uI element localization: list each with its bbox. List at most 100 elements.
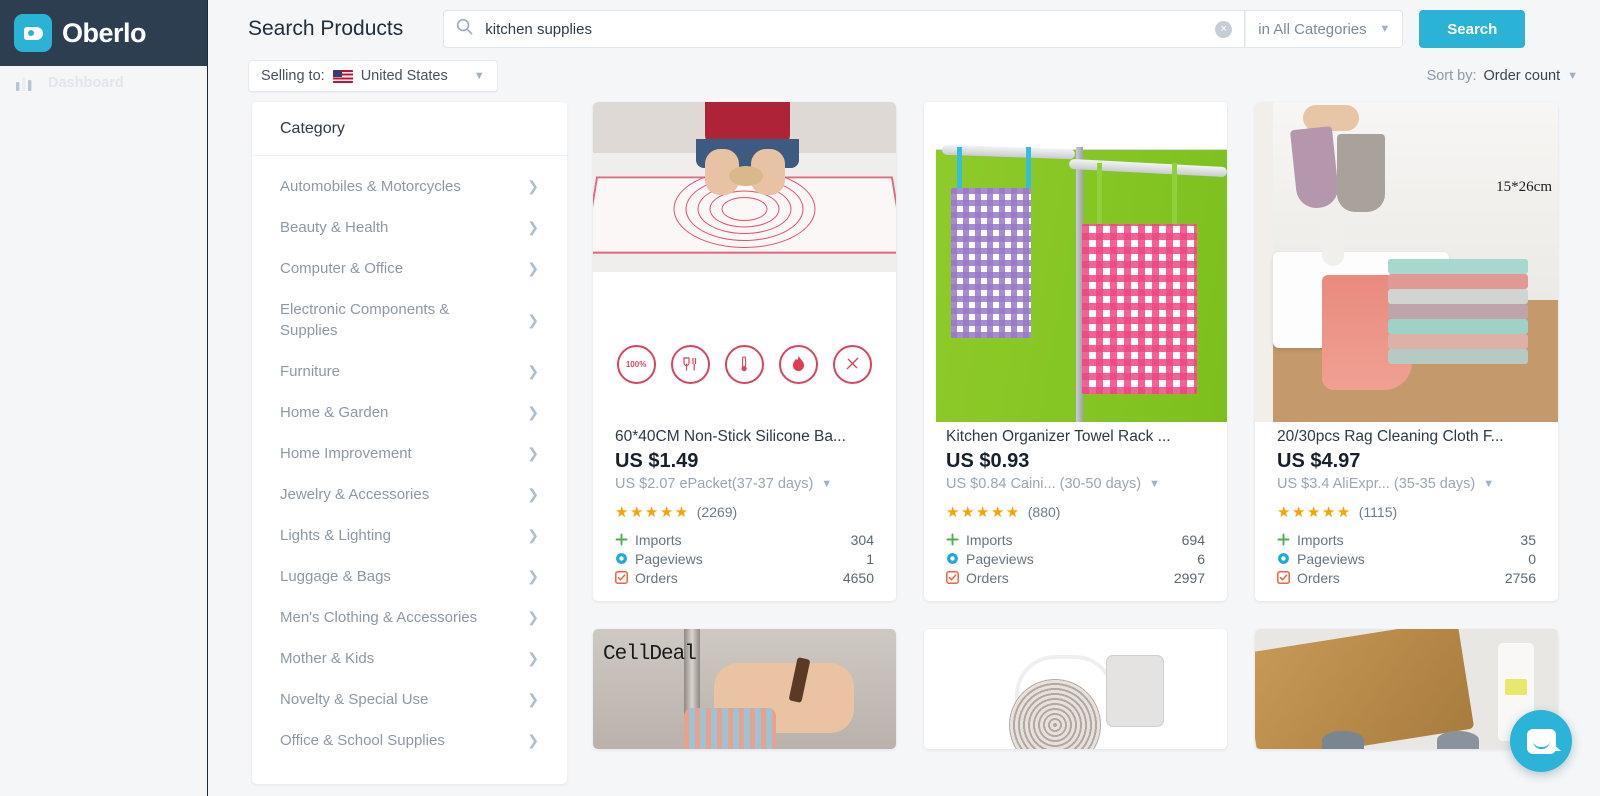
- category-item-jewelry-accessories[interactable]: Jewelry & Accessories ❯: [252, 474, 567, 515]
- product-title: 60*40CM Non-Stick Silicone Ba...: [615, 428, 846, 445]
- product-rating: ★★★★★ (880): [946, 503, 1205, 521]
- chevron-down-icon: ▼: [821, 478, 833, 490]
- category-item-label: Lights & Lighting: [280, 527, 391, 544]
- category-item-electronic-components-supplies[interactable]: Electronic Components & Supplies ❯: [252, 289, 567, 351]
- brand-logo[interactable]: Oberlo: [0, 0, 207, 52]
- badge-heat-resistant: [779, 344, 819, 384]
- product-title: Kitchen Organizer Towel Rack ...: [946, 428, 1171, 445]
- stat-orders: Orders 2997: [946, 568, 1205, 587]
- category-item-label: Novelty & Special Use: [280, 691, 429, 708]
- primary-nav: Dashboard Manage Products Search Product…: [0, 66, 207, 796]
- product-card[interactable]: 100% 60*40CM Non-Stick Silicone Ba... US…: [593, 102, 896, 601]
- product-card[interactable]: CellDeal: [593, 629, 896, 749]
- search-input[interactable]: [485, 20, 1204, 38]
- app-root: Oberlo Dashboard Manage Products Search …: [0, 0, 1600, 796]
- review-count: (1115): [1358, 504, 1398, 520]
- stat-label: Imports: [635, 531, 682, 548]
- stat-orders: Orders 4650: [615, 568, 874, 587]
- product-grid: 100% 60*40CM Non-Stick Silicone Ba... US…: [593, 102, 1558, 796]
- bar-chart-icon: [14, 75, 35, 91]
- chevron-right-icon: ❯: [527, 363, 539, 379]
- image-watermark: CellDeal: [603, 643, 697, 666]
- product-image: 100%: [593, 102, 896, 422]
- category-item-beauty-health[interactable]: Beauty & Health ❯: [252, 207, 567, 248]
- category-item-label: Mother & Kids: [280, 650, 375, 667]
- category-item-mens-clothing-accessories[interactable]: Men's Clothing & Accessories ❯: [252, 597, 567, 638]
- stat-imports: Imports 35: [1277, 530, 1536, 549]
- search-field-wrapper[interactable]: ×: [443, 10, 1246, 48]
- product-image: CellDeal: [593, 629, 896, 749]
- chevron-right-icon: ❯: [527, 404, 539, 420]
- category-item-automobiles-motorcycles[interactable]: Automobiles & Motorcycles ❯: [252, 166, 567, 207]
- chevron-right-icon: ❯: [527, 445, 539, 461]
- page-title: Search Products: [248, 17, 404, 40]
- product-shipping[interactable]: US $0.84 Caini... (30-50 days) ▼: [946, 476, 1205, 492]
- plus-icon: [946, 533, 966, 546]
- sort-by-select[interactable]: Sort by: Order count ▼: [1427, 68, 1578, 84]
- category-list: Automobiles & Motorcycles ❯ Beauty & Heal…: [252, 156, 567, 761]
- category-item-office-school-supplies[interactable]: Office & School Supplies ❯: [252, 720, 567, 761]
- category-item-label: Automobiles & Motorcycles: [280, 178, 461, 195]
- stat-imports: Imports 694: [946, 530, 1205, 549]
- product-rating: ★★★★★ (2269): [615, 503, 874, 521]
- sort-by-value: Order count: [1483, 68, 1561, 84]
- stat-label: Imports: [1297, 531, 1344, 548]
- search-icon: [456, 18, 473, 40]
- category-item-home-garden[interactable]: Home & Garden ❯: [252, 392, 567, 433]
- chevron-right-icon: ❯: [527, 609, 539, 625]
- category-item-label: Office & School Supplies: [280, 732, 445, 749]
- selling-to-select[interactable]: Selling to: United States ▼: [248, 60, 498, 92]
- category-item-computer-office[interactable]: Computer & Office ❯: [252, 248, 567, 289]
- category-item-label: Home & Garden: [280, 404, 389, 421]
- chevron-right-icon: ❯: [527, 568, 539, 584]
- clear-search-icon[interactable]: ×: [1215, 20, 1233, 38]
- stat-label: Orders: [635, 569, 678, 586]
- sidebar-item-dashboard[interactable]: Dashboard: [0, 66, 207, 796]
- search-button[interactable]: Search: [1419, 10, 1526, 48]
- category-item-furniture[interactable]: Furniture ❯: [252, 351, 567, 392]
- category-item-novelty-special-use[interactable]: Novelty & Special Use ❯: [252, 679, 567, 720]
- product-card[interactable]: 15*26cm 20/30pcs Rag Cleaning Cloth F...…: [1255, 102, 1558, 601]
- badge-100-silicone: 100%: [616, 344, 656, 384]
- chevron-right-icon: ❯: [527, 486, 539, 502]
- orders-checklist-icon: [615, 571, 635, 584]
- stat-pageviews: Pageviews 1: [615, 549, 874, 568]
- product-image: [924, 629, 1227, 749]
- review-count: (880): [1027, 504, 1061, 520]
- category-item-label: Luggage & Bags: [280, 568, 391, 585]
- category-item-luggage-bags[interactable]: Luggage & Bags ❯: [252, 556, 567, 597]
- category-item-lights-lighting[interactable]: Lights & Lighting ❯: [252, 515, 567, 556]
- stat-value: 0: [1528, 550, 1536, 567]
- star-rating-icon: ★★★★★: [615, 504, 690, 521]
- stat-value: 694: [1181, 531, 1205, 548]
- brand-name: Oberlo: [62, 17, 147, 48]
- product-shipping[interactable]: US $3.4 AliExpr... (35-35 days) ▼: [1277, 476, 1536, 492]
- sidebar: Oberlo Dashboard Manage Products Search …: [0, 0, 208, 796]
- product-shipping[interactable]: US $2.07 ePacket(37-37 days) ▼: [615, 476, 874, 492]
- main-content: Search Products × in All Categories ▼ Se…: [208, 0, 1600, 796]
- category-item-label: Home Improvement: [280, 445, 412, 462]
- category-item-label: Beauty & Health: [280, 219, 389, 236]
- product-card[interactable]: Kitchen Organizer Towel Rack ... US $0.9…: [924, 102, 1227, 601]
- badge-food-safe: [670, 344, 710, 384]
- shipping-text: US $0.84 Caini... (30-50 days): [946, 476, 1142, 492]
- stat-label: Pageviews: [635, 550, 703, 567]
- product-card[interactable]: [924, 629, 1227, 749]
- search-controls: × in All Categories ▼ Search: [443, 10, 1526, 48]
- chevron-right-icon: ❯: [527, 219, 539, 235]
- category-item-mother-kids[interactable]: Mother & Kids ❯: [252, 638, 567, 679]
- stat-value: 1: [866, 550, 874, 567]
- product-title: 20/30pcs Rag Cleaning Cloth F...: [1277, 428, 1504, 445]
- image-dimension-caption: 15*26cm: [1496, 178, 1552, 195]
- stat-value: 2756: [1504, 569, 1536, 586]
- chat-bubble-icon[interactable]: [1510, 710, 1572, 772]
- category-item-home-improvement[interactable]: Home Improvement ❯: [252, 433, 567, 474]
- product-price: US $0.93: [946, 450, 1030, 472]
- chevron-right-icon: ❯: [527, 178, 539, 194]
- category-filter-value: in All Categories: [1258, 20, 1367, 38]
- stat-label: Orders: [966, 569, 1009, 586]
- sort-by-label: Sort by:: [1426, 68, 1477, 84]
- category-filter-select[interactable]: in All Categories ▼: [1245, 10, 1404, 48]
- plus-icon: [1277, 533, 1297, 546]
- category-item-label: Men's Clothing & Accessories: [280, 609, 478, 626]
